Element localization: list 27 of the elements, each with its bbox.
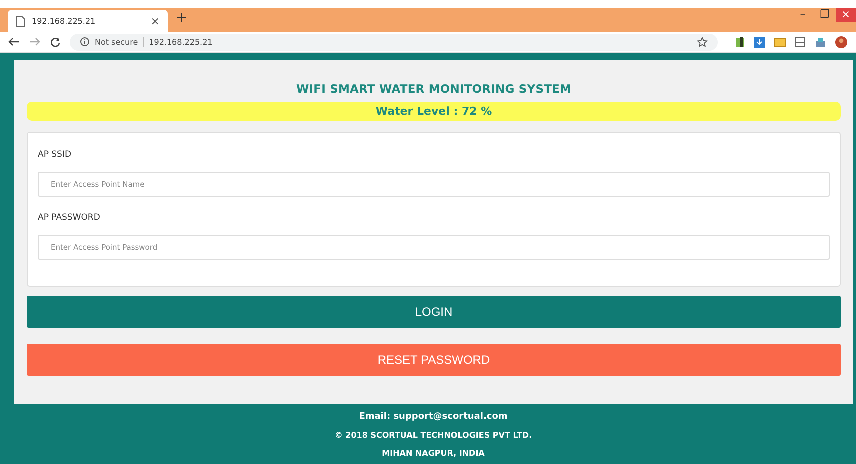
close-window-button[interactable]: × [836, 8, 856, 22]
minimize-button[interactable]: – [792, 8, 814, 22]
page-icon [16, 16, 26, 26]
security-label: Not secure [95, 38, 138, 46]
reload-icon[interactable] [50, 36, 61, 48]
water-level-banner: Water Level : 72 % [27, 102, 841, 121]
info-icon [80, 37, 90, 47]
field-label: AP SSID [38, 150, 72, 160]
address-bar[interactable]: Not secure 192.168.225.21 [70, 34, 718, 50]
maximize-button[interactable]: ❐ [814, 8, 836, 22]
download-icon[interactable] [754, 36, 765, 48]
action-button[interactable]: LOGIN [27, 296, 841, 328]
star-icon[interactable] [697, 36, 708, 48]
screenshot-icon[interactable] [795, 36, 806, 48]
url-text: 192.168.225.21 [149, 38, 213, 46]
back-icon[interactable] [8, 37, 20, 47]
footer-text: MIHAN NAGPUR, INDIA [382, 449, 485, 458]
field-label: AP PASSWORD [38, 213, 102, 223]
avatar-icon[interactable] [835, 36, 848, 48]
new-tab-button[interactable]: + [176, 10, 188, 26]
page-title: WIFI SMART WATER MONITORING SYSTEM [295, 82, 573, 96]
card-icon[interactable] [774, 38, 786, 46]
tab-title: 192.168.225.21 [32, 16, 97, 26]
footer-text: © 2018 SCORTUAL TECHNOLOGIES PVT LTD. [334, 431, 532, 440]
footer-text: Email: support@scortual.com [359, 412, 508, 422]
close-tab-button[interactable]: × [150, 14, 160, 28]
browser-tab[interactable]: 192.168.225.21 × [8, 10, 168, 32]
